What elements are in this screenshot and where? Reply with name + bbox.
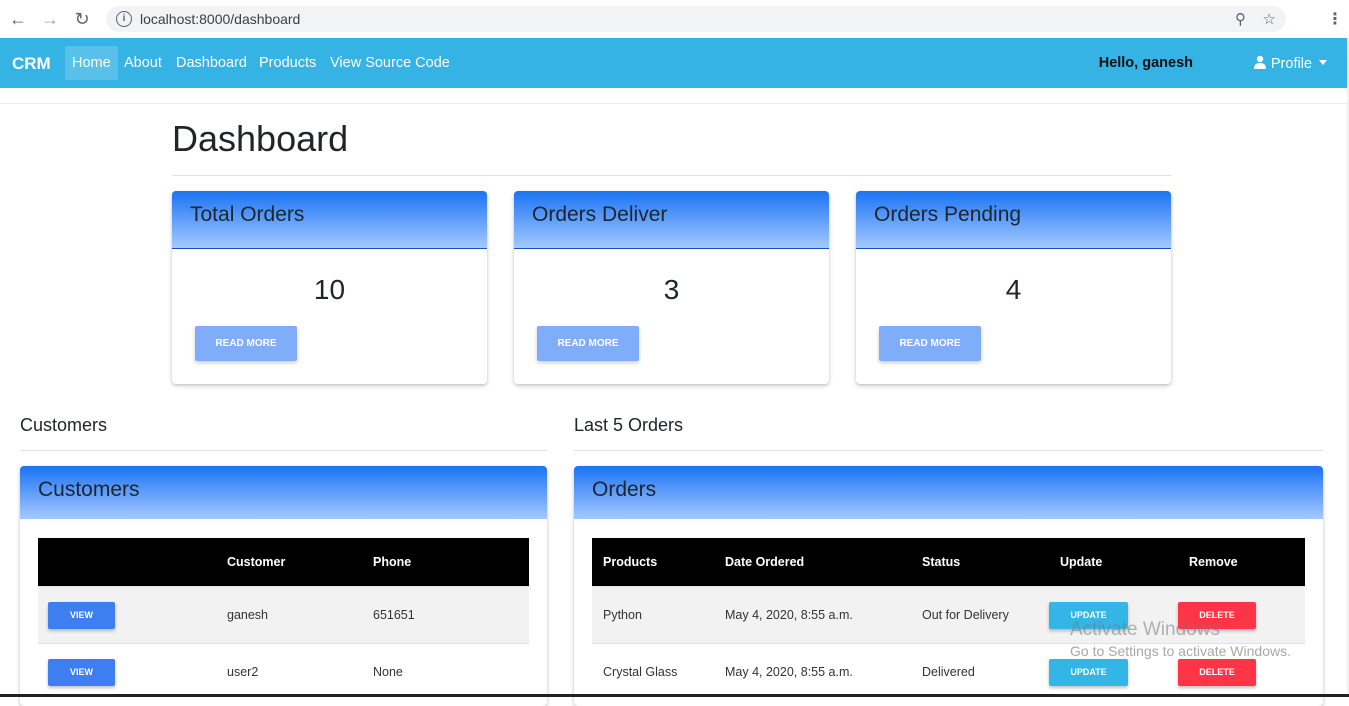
- read-more-button[interactable]: READ MORE: [195, 326, 297, 361]
- card-title: Orders Pending: [874, 203, 1022, 226]
- column-header: Remove: [1178, 538, 1305, 587]
- order-product: Crystal Glass: [592, 643, 714, 700]
- stat-card-total-orders: Total Orders 10 READ MORE: [172, 191, 487, 384]
- read-more-button[interactable]: READ MORE: [537, 326, 639, 361]
- column-header: Products: [592, 538, 714, 587]
- panel-title: Orders: [592, 478, 657, 501]
- customers-table: Customer Phone VIEW ganesh 651651 VIEW u…: [38, 538, 529, 700]
- order-date: May 4, 2020, 8:55 a.m.: [714, 586, 911, 644]
- stat-card-orders-pending: Orders Pending 4 READ MORE: [856, 191, 1171, 384]
- customer-name: user2: [216, 643, 362, 700]
- column-header: Status: [911, 538, 1049, 587]
- order-status: Out for Delivery: [911, 586, 1049, 644]
- info-icon[interactable]: i: [116, 11, 132, 27]
- profile-label: Profile: [1270, 56, 1312, 72]
- card-title: Total Orders: [190, 203, 305, 226]
- panel-header: Orders: [574, 466, 1323, 519]
- customers-panel: Customers Customer Phone VIEW ganesh 651…: [20, 466, 547, 706]
- column-header: Date Ordered: [714, 538, 911, 587]
- view-button[interactable]: VIEW: [48, 601, 115, 629]
- nav-home[interactable]: Home: [65, 46, 118, 80]
- panel-title: Customers: [38, 478, 140, 501]
- navbar: CRM Home About Dashboard Products View S…: [0, 38, 1349, 88]
- address-bar[interactable]: i localhost:8000/dashboard ⚲ ☆: [106, 6, 1286, 32]
- card-title: Orders Deliver: [532, 203, 668, 226]
- table-header-row: Products Date Ordered Status Update Remo…: [592, 538, 1305, 587]
- greeting-text: Hello, ganesh: [1098, 55, 1193, 71]
- nav-view-source[interactable]: View Source Code: [323, 46, 457, 80]
- table-row: VIEW user2 None: [38, 643, 529, 700]
- table-row: VIEW ganesh 651651: [38, 586, 529, 644]
- card-header: Total Orders: [172, 191, 487, 249]
- table-cell: VIEW: [38, 586, 216, 644]
- profile-dropdown[interactable]: Profile: [1253, 55, 1327, 72]
- column-header: [38, 538, 216, 587]
- divider: [20, 450, 547, 451]
- column-header: Update: [1049, 538, 1178, 587]
- delete-button[interactable]: DELETE: [1178, 658, 1256, 686]
- stat-value: 10: [313, 274, 346, 305]
- card-header: Orders Deliver: [514, 191, 829, 249]
- stat-card-orders-delivered: Orders Deliver 3 READ MORE: [514, 191, 829, 384]
- nav-about[interactable]: About: [117, 46, 169, 80]
- page-title: Dashboard: [172, 118, 349, 159]
- table-cell: VIEW: [38, 643, 216, 700]
- forward-icon[interactable]: →: [40, 9, 60, 29]
- stat-value: 4: [1005, 274, 1022, 305]
- customer-name: ganesh: [216, 586, 362, 644]
- customer-phone: None: [362, 643, 529, 700]
- back-icon[interactable]: ←: [8, 9, 28, 29]
- customer-phone: 651651: [362, 586, 529, 644]
- order-date: May 4, 2020, 8:55 a.m.: [714, 643, 911, 700]
- orders-section-label: Last 5 Orders: [574, 415, 684, 435]
- nav-dashboard[interactable]: Dashboard: [169, 46, 254, 80]
- reload-icon[interactable]: ↻: [72, 9, 92, 29]
- panel-header: Customers: [20, 466, 547, 519]
- divider: [0, 103, 1349, 104]
- chevron-down-icon: [1319, 60, 1327, 65]
- stat-value: 3: [663, 274, 680, 305]
- column-header: Phone: [362, 538, 529, 587]
- update-button[interactable]: UPDATE: [1049, 658, 1128, 686]
- column-header: Customer: [216, 538, 362, 587]
- zoom-icon[interactable]: ⚲: [1235, 10, 1246, 28]
- windows-watermark-subtitle: Go to Settings to activate Windows.: [1070, 643, 1291, 659]
- card-header: Orders Pending: [856, 191, 1171, 249]
- read-more-button[interactable]: READ MORE: [879, 326, 981, 361]
- customers-section-label: Customers: [20, 415, 108, 435]
- order-status: Delivered: [911, 643, 1049, 700]
- star-icon[interactable]: ☆: [1263, 10, 1276, 28]
- url-text[interactable]: localhost:8000/dashboard: [140, 11, 300, 27]
- table-header-row: Customer Phone: [38, 538, 529, 587]
- browser-menu-icon[interactable]: ⋮: [1327, 9, 1343, 29]
- divider: [574, 450, 1323, 451]
- user-icon: [1253, 55, 1266, 69]
- brand-logo[interactable]: CRM: [12, 54, 51, 74]
- order-product: Python: [592, 586, 714, 644]
- nav-products[interactable]: Products: [252, 46, 323, 80]
- browser-toolbar: ← → ↻ i localhost:8000/dashboard ⚲ ☆ ⋮: [0, 0, 1349, 39]
- windows-watermark-title: Activate Windows: [1070, 619, 1220, 640]
- view-button[interactable]: VIEW: [48, 658, 115, 686]
- divider: [172, 175, 1171, 176]
- orders-panel: Orders Products Date Ordered Status Upda…: [574, 466, 1323, 706]
